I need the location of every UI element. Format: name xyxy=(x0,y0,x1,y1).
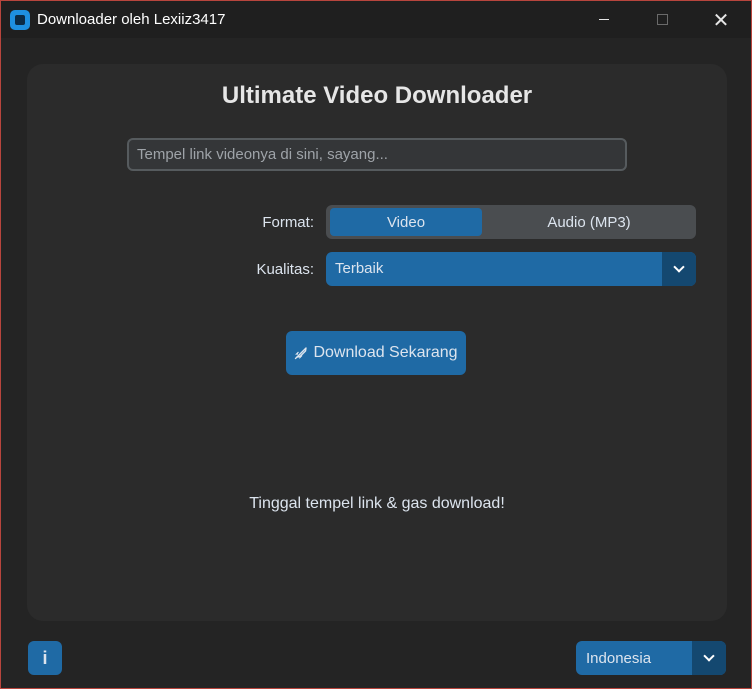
quality-label: Kualitas: xyxy=(256,261,314,278)
language-dropdown-arrow[interactable] xyxy=(692,641,726,675)
language-selected-value: Indonesia xyxy=(586,650,652,667)
download-button-label: Download Sekarang xyxy=(313,344,458,361)
app-window: Downloader oleh Lexiiz3417 ✕ Ultimate Vi… xyxy=(0,0,752,689)
quality-selected-value: Terbaik xyxy=(335,260,384,277)
maximize-icon xyxy=(656,14,668,25)
quality-dropdown[interactable]: Terbaik xyxy=(326,252,696,286)
info-button[interactable]: i xyxy=(28,641,62,675)
chevron-down-icon xyxy=(673,261,685,273)
close-icon: ✕ xyxy=(712,7,730,32)
format-segmented-control: Video Audio (MP3) xyxy=(326,205,696,239)
rocket-icon xyxy=(295,347,308,360)
status-text: Tinggal tempel link & gas download! xyxy=(249,495,505,512)
window-title: Downloader oleh Lexiiz3417 xyxy=(37,11,226,28)
language-dropdown[interactable]: Indonesia xyxy=(576,641,726,675)
info-icon: i xyxy=(42,647,48,668)
download-button[interactable]: Download Sekarang xyxy=(286,331,466,375)
title-bar[interactable]: Downloader oleh Lexiiz3417 ✕ xyxy=(1,1,751,38)
format-label: Format: xyxy=(262,214,314,231)
format-option-audio[interactable]: Audio (MP3) xyxy=(486,208,692,236)
page-title: Ultimate Video Downloader xyxy=(221,82,533,109)
minimize-button[interactable] xyxy=(581,1,627,38)
maximize-button[interactable] xyxy=(639,1,685,38)
main-frame: Ultimate Video Downloader Format: Video … xyxy=(27,64,727,621)
minimize-icon xyxy=(599,19,609,20)
app-icon xyxy=(10,10,30,30)
close-button[interactable]: ✕ xyxy=(698,1,744,38)
format-option-video[interactable]: Video xyxy=(330,208,482,236)
chevron-down-icon xyxy=(703,650,715,662)
url-input[interactable] xyxy=(127,138,627,171)
quality-dropdown-arrow[interactable] xyxy=(662,252,696,286)
